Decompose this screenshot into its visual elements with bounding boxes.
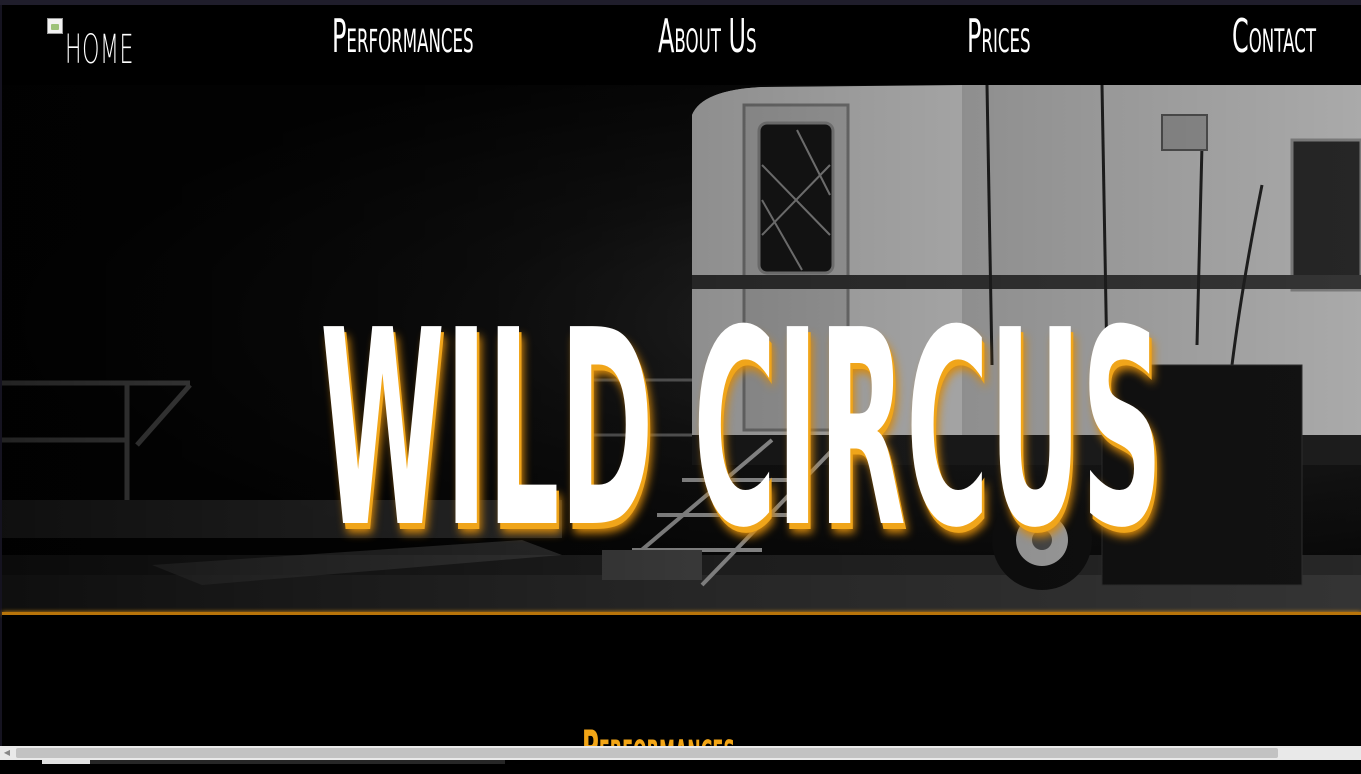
broken-image-icon <box>47 18 63 34</box>
main-navigation: home Performances About Us Prices Contac… <box>2 5 1361 85</box>
hero-banner: Wild Circus <box>2 85 1361 612</box>
horizontal-scrollbar[interactable]: ◀ <box>0 746 1361 760</box>
scrollbar-thumb[interactable] <box>16 748 1278 758</box>
home-logo-alt-text: home <box>65 27 134 73</box>
hero-title: Wild Circus <box>320 272 1163 587</box>
home-link[interactable]: home <box>47 17 190 73</box>
nav-link-about-us[interactable]: About Us <box>658 9 757 63</box>
taskbar-strip <box>0 760 1361 764</box>
scroll-left-arrow-icon[interactable]: ◀ <box>2 748 12 758</box>
nav-link-prices[interactable]: Prices <box>967 9 1031 63</box>
nav-link-performances[interactable]: Performances <box>332 9 474 63</box>
nav-link-contact[interactable]: Contact <box>1232 9 1316 63</box>
taskbar-item[interactable] <box>90 760 505 764</box>
taskbar-item[interactable] <box>42 760 90 764</box>
